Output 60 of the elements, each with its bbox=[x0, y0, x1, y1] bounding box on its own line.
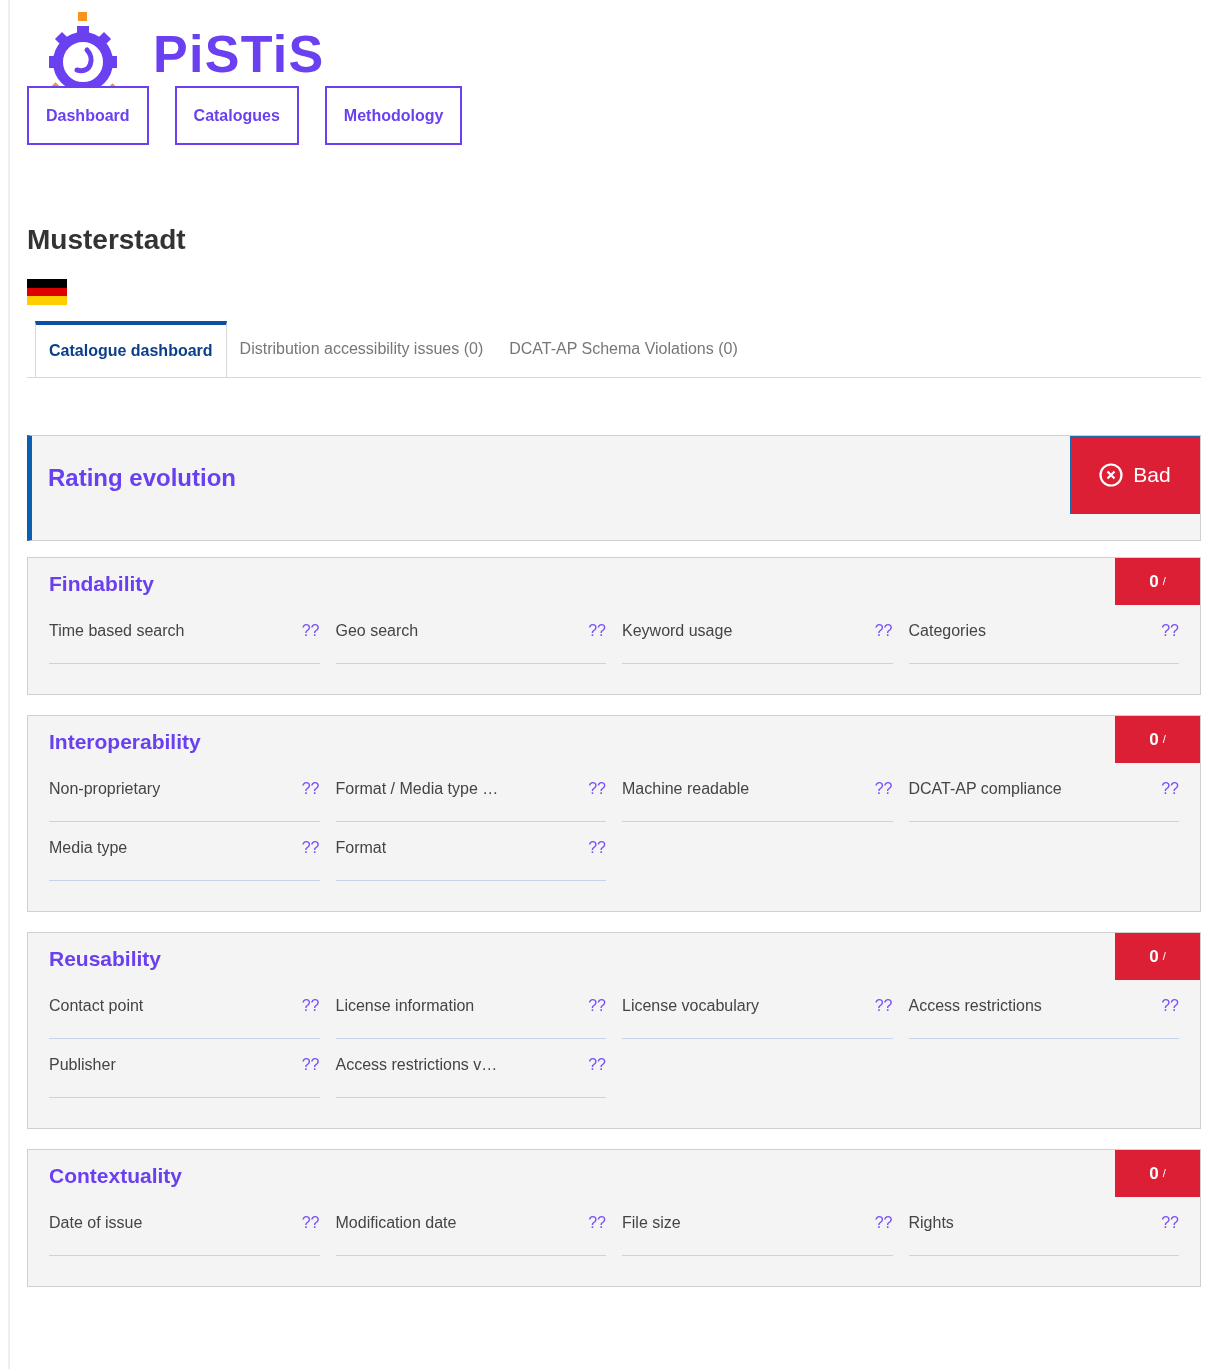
score-badge: 0 / bbox=[1115, 716, 1200, 763]
rating-badge: Bad bbox=[1070, 436, 1200, 514]
metric-value: ?? bbox=[874, 1213, 893, 1233]
metric-label: File size bbox=[622, 1213, 681, 1233]
metric-value: ?? bbox=[1161, 621, 1179, 641]
metric-label: Media type bbox=[49, 838, 128, 858]
nav-button[interactable]: Methodology bbox=[324, 86, 463, 145]
metric-label: Modification date bbox=[335, 1213, 457, 1233]
score-badge: 0 / bbox=[1115, 558, 1200, 605]
metric-value: ?? bbox=[874, 996, 893, 1016]
score-badge: 0 / bbox=[1115, 933, 1200, 980]
tab[interactable]: DCAT-AP Schema Violations (0) bbox=[496, 321, 751, 377]
section-title: Contextuality bbox=[48, 1163, 183, 1189]
metric-label: Access restrictions bbox=[908, 996, 1042, 1016]
metric-label: Non-proprietary bbox=[49, 779, 161, 799]
nav-button[interactable]: Dashboard bbox=[27, 86, 149, 145]
metric-label: Date of issue bbox=[49, 1213, 143, 1233]
section-title: Reusability bbox=[48, 946, 163, 972]
nav-button[interactable]: Catalogues bbox=[174, 86, 299, 145]
metric-label: Categories bbox=[908, 621, 986, 641]
metric-label: Rights bbox=[908, 1213, 954, 1233]
rating-title: Rating evolution bbox=[47, 463, 236, 493]
metric-value: ?? bbox=[1161, 996, 1179, 1016]
metric-value: ?? bbox=[301, 838, 320, 858]
metric-value: ?? bbox=[874, 621, 893, 641]
metric-value: ?? bbox=[588, 779, 606, 799]
metric-value: ?? bbox=[301, 1213, 320, 1233]
metric-value: ?? bbox=[588, 996, 606, 1016]
metric-label: License vocabulary bbox=[622, 996, 759, 1016]
metric-value: ?? bbox=[588, 1055, 606, 1075]
metric-value: ?? bbox=[874, 779, 893, 799]
logo-wordmark: PiSTiS bbox=[153, 28, 325, 80]
metric-value: ?? bbox=[1161, 779, 1179, 799]
metric-label: Access restrictions v… bbox=[335, 1055, 498, 1075]
metric-value: ?? bbox=[1161, 1213, 1179, 1233]
metric-value: ?? bbox=[301, 621, 320, 641]
circle-x-icon bbox=[1099, 463, 1124, 487]
tab[interactable]: Distribution accessibility issues (0) bbox=[226, 321, 497, 377]
metric-value: ?? bbox=[588, 838, 606, 858]
section-title: Findability bbox=[48, 571, 155, 597]
metric-label: DCAT-AP compliance bbox=[908, 779, 1062, 799]
score-badge: 0 / bbox=[1115, 1150, 1200, 1197]
metric-label: Publisher bbox=[49, 1055, 116, 1075]
metric-value: ?? bbox=[301, 996, 320, 1016]
metric-label: Format / Media type … bbox=[335, 779, 499, 799]
metric-label: Contact point bbox=[49, 996, 144, 1016]
metric-label: Geo search bbox=[335, 621, 419, 641]
metric-value: ?? bbox=[301, 779, 320, 799]
metric-label: License information bbox=[335, 996, 475, 1016]
metric-label: Machine readable bbox=[622, 779, 750, 799]
catalogue-title: Musterstadt bbox=[27, 223, 187, 257]
metric-label: Keyword usage bbox=[622, 621, 733, 641]
metric-value: ?? bbox=[301, 1055, 320, 1075]
metric-label: Time based search bbox=[49, 621, 185, 641]
metric-value: ?? bbox=[588, 621, 606, 641]
metric-label: Format bbox=[335, 838, 387, 858]
metric-value: ?? bbox=[588, 1213, 606, 1233]
tab[interactable]: Catalogue dashboard bbox=[35, 321, 227, 377]
german-flag-icon bbox=[27, 279, 67, 305]
section-title: Interoperability bbox=[48, 729, 202, 755]
